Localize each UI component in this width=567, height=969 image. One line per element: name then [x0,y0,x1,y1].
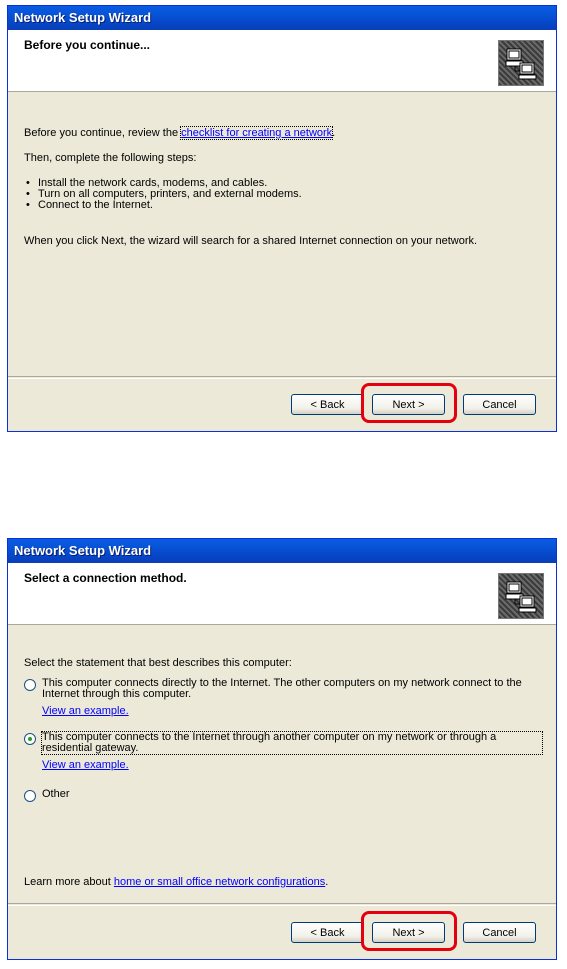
back-button[interactable]: < Back [291,922,364,943]
network-computers-icon [498,40,544,86]
radio-button[interactable] [24,790,36,802]
wizard-window-before-continue: Network Setup Wizard Before you continue… [7,5,557,432]
view-example-link[interactable]: View an example. [42,705,129,717]
option-label: This computer connects to the Internet t… [41,731,543,755]
radio-button[interactable] [24,679,36,691]
checklist-link[interactable]: checklist for creating a network [180,126,334,140]
network-computers-icon [498,573,544,619]
back-button[interactable]: < Back [291,394,364,415]
steps-list: Install the network cards, modems, and c… [24,178,302,212]
network-configurations-link[interactable]: home or small office network configurati… [114,876,325,888]
checklist-paragraph: Before you continue, review the checklis… [24,126,336,140]
header-title: Select a connection method. [24,571,187,585]
wizard-window-connection-method: Network Setup Wizard Select a connection… [7,538,557,960]
select-prompt: Select the statement that best describes… [24,657,292,669]
radio-button-selected[interactable] [24,733,36,745]
window-title[interactable]: Network Setup Wizard [8,6,556,30]
cancel-button[interactable]: Cancel [463,922,536,943]
option-label: This computer connects directly to the I… [42,677,522,700]
intro-suffix: . [332,127,336,139]
window-title[interactable]: Network Setup Wizard [8,539,556,563]
next-button-highlight [361,911,457,951]
learn-more-paragraph: Learn more about home or small office ne… [24,876,328,888]
wizard-header: Before you continue... [8,30,556,92]
intro-text: Before you continue, review the [24,127,182,139]
next-note: When you click Next, the wizard will sea… [24,235,478,247]
list-item: Connect to the Internet. [24,200,302,212]
cancel-button[interactable]: Cancel [463,394,536,415]
view-example-link[interactable]: View an example. [42,759,129,771]
steps-intro: Then, complete the following steps: [24,152,197,164]
header-title: Before you continue... [24,38,151,52]
option-direct-connection[interactable]: This computer connects directly to the I… [24,678,542,718]
learn-more-text: Learn more about [24,876,114,888]
next-button-highlight [361,383,457,423]
option-label: Other [42,788,70,800]
option-other[interactable]: Other [24,789,542,803]
wizard-header: Select a connection method. [8,563,556,625]
learn-more-suffix: . [325,876,329,888]
option-through-another-computer[interactable]: This computer connects to the Internet t… [24,731,543,772]
button-separator [8,376,556,379]
button-separator [8,903,556,906]
